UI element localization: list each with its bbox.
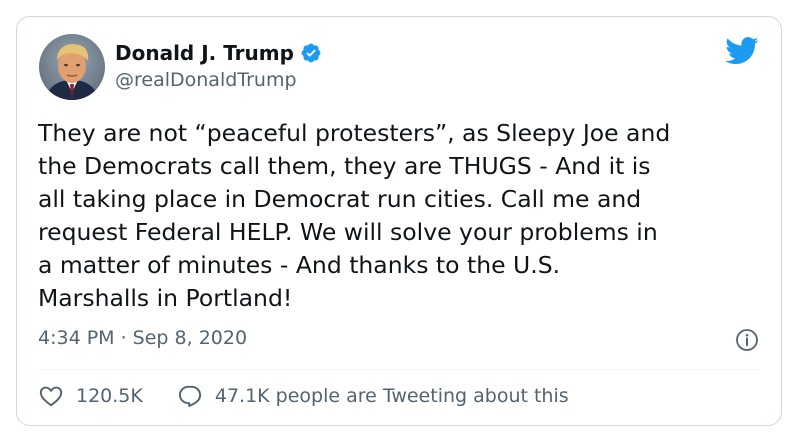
twitter-bird-icon[interactable] <box>725 37 759 65</box>
like-button[interactable]: 120.5K <box>38 383 143 409</box>
conversation-button[interactable]: 47.1K people are Tweeting about this <box>177 383 569 409</box>
tweet-text-line: all taking place in Democrat run cities.… <box>38 185 642 213</box>
tweet-actions: 120.5K 47.1K people are Tweeting about t… <box>38 383 569 409</box>
profile-photo-icon <box>39 34 105 100</box>
author-display-name[interactable]: Donald J. Trump <box>115 41 294 65</box>
author-handle[interactable]: @realDonaldTrump <box>115 69 297 91</box>
tweet-text: They are not “peaceful protesters”, as S… <box>38 117 758 315</box>
verified-badge-icon <box>301 43 321 63</box>
avatar[interactable] <box>39 34 105 100</box>
like-count: 120.5K <box>76 385 143 407</box>
tweet-timestamp[interactable]: 4:34 PM · Sep 8, 2020 <box>38 327 247 349</box>
tweet-text-line: a matter of minutes - And thanks to the … <box>38 251 561 279</box>
info-icon[interactable] <box>735 328 759 352</box>
speech-bubble-icon <box>178 385 201 407</box>
conversation-count: 47.1K people are Tweeting about this <box>214 385 569 407</box>
divider <box>38 369 760 370</box>
tweet-text-line: Marshalls in Portland! <box>38 284 293 312</box>
tweet-text-line: the Democrats call them, they are THUGS … <box>38 152 651 180</box>
author-name-row: Donald J. Trump <box>115 41 322 65</box>
tweet-card[interactable]: Donald J. Trump @realDonaldTrump They ar… <box>16 16 782 426</box>
tweet-text-line: request Federal HELP. We will solve your… <box>38 218 658 246</box>
tweet-text-line: They are not “peaceful protesters”, as S… <box>38 119 671 147</box>
heart-icon <box>39 386 63 407</box>
